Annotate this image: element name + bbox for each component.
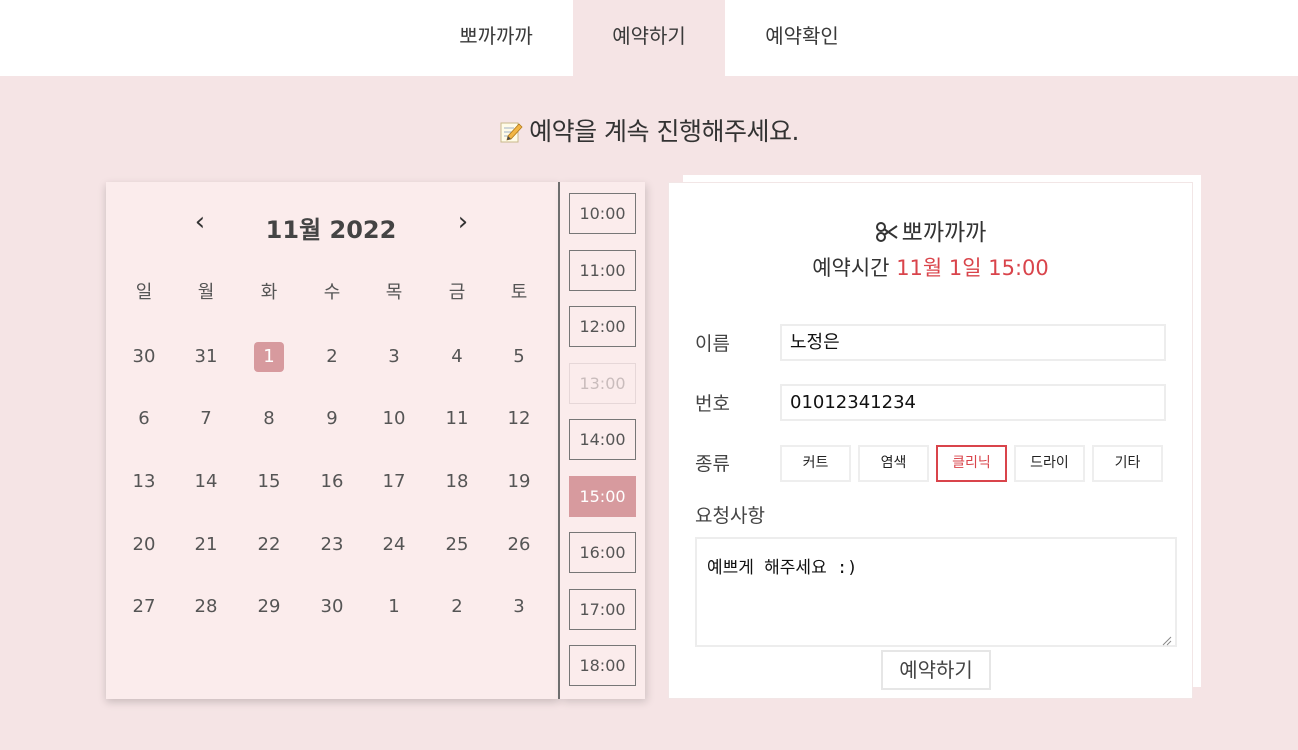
page-heading: 예약을 계속 진행해주세요. <box>0 112 1298 148</box>
weekday-label: 수 <box>323 282 341 303</box>
prev-month-button[interactable]: ‹ <box>185 208 215 238</box>
calendar-day[interactable]: 24 <box>374 530 414 560</box>
calendar-day[interactable]: 17 <box>374 467 414 497</box>
top-nav: 뽀까까까 예약하기 예약확인 <box>0 0 1298 76</box>
shop-title: 뽀까까까 <box>669 213 1192 247</box>
weekday-label: 토 <box>510 282 528 303</box>
time-slot-button: 13:00 <box>569 362 636 404</box>
calendar-month-title: 11월 2022 <box>265 216 397 244</box>
weekday-label: 일 <box>135 282 153 303</box>
calendar-day[interactable]: 27 <box>124 592 164 622</box>
weekday-label: 월 <box>197 282 215 303</box>
weekday-label: 목 <box>385 282 403 303</box>
calendar-day[interactable]: 9 <box>312 404 352 434</box>
time-slot-button[interactable]: 11:00 <box>569 249 636 291</box>
service-type-button[interactable]: 클리닉 <box>936 445 1007 482</box>
phone-label: 번호 <box>695 393 730 415</box>
calendar-day[interactable]: 21 <box>186 530 226 560</box>
calendar-day[interactable]: 6 <box>124 404 164 434</box>
time-slot-button[interactable]: 14:00 <box>569 419 636 460</box>
calendar-day[interactable]: 19 <box>499 467 539 497</box>
service-type-button[interactable]: 기타 <box>1092 445 1163 482</box>
time-slot-button[interactable]: 18:00 <box>569 645 636 686</box>
service-type-button[interactable]: 커트 <box>780 445 851 482</box>
reservation-time-value: 11월 1일 15:00 <box>896 256 1049 280</box>
calendar-day[interactable]: 28 <box>186 592 226 622</box>
calendar-day[interactable]: 16 <box>312 467 352 497</box>
name-label: 이름 <box>695 333 730 355</box>
calendar-day[interactable]: 29 <box>249 592 289 622</box>
calendar-divider <box>558 182 560 699</box>
calendar-day[interactable]: 3 <box>499 592 539 622</box>
calendar-day[interactable]: 20 <box>124 530 164 560</box>
submit-reservation-button[interactable]: 예약하기 <box>881 650 991 690</box>
calendar-day[interactable]: 11 <box>437 404 477 434</box>
calendar-day[interactable]: 13 <box>124 467 164 497</box>
calendar-day[interactable]: 25 <box>437 530 477 560</box>
time-slot-button[interactable]: 15:00 <box>569 475 636 517</box>
time-slot-column: 10:00 11:00 12:00 13:00 14:00 15:00 16:00 17:00… <box>560 182 645 699</box>
request-textarea[interactable]: 예쁘게 해주세요 :) <box>695 537 1177 647</box>
time-slot-button[interactable]: 10:00 <box>569 193 636 234</box>
weekday-label: 금 <box>448 282 466 303</box>
time-slot-button[interactable]: 12:00 <box>569 306 636 347</box>
calendar-day[interactable]: 14 <box>186 467 226 497</box>
calendar-day[interactable]: 30 <box>312 592 352 622</box>
calendar-day[interactable]: 8 <box>249 404 289 434</box>
calendar-day[interactable]: 12 <box>499 404 539 434</box>
calendar-day[interactable]: 5 <box>499 342 539 372</box>
calendar-day[interactable]: 31 <box>186 342 226 372</box>
calendar-day[interactable]: 18 <box>437 467 477 497</box>
shop-name: 뽀까까까 <box>901 220 987 246</box>
calendar-day[interactable]: 10 <box>374 404 414 434</box>
calendar-day[interactable]: 2 <box>437 592 477 622</box>
calendar-day[interactable]: 22 <box>249 530 289 560</box>
calendar-day-selected[interactable]: 1 <box>254 342 284 372</box>
calendar-day[interactable]: 15 <box>249 467 289 497</box>
next-month-button[interactable]: › <box>448 208 478 238</box>
time-slot-button[interactable]: 17:00 <box>569 588 636 630</box>
reservation-form-card: 뽀까까까 예약시간 11월 1일 15:00 이름 노정은 번호 0101234… <box>668 182 1193 699</box>
calendar: ‹ 11월 2022 › 일 월 화 수 목 금 토 30 31 1 2 3 4 5 6 7 8 9 10 11 12 1… <box>106 182 559 699</box>
phone-field[interactable]: 01012341234 <box>780 384 1166 421</box>
memo-icon <box>499 120 523 144</box>
time-slot-button[interactable]: 16:00 <box>569 532 636 573</box>
name-field[interactable]: 노정은 <box>780 324 1166 361</box>
calendar-day[interactable]: 1 <box>374 592 414 622</box>
heading-text: 예약을 계속 진행해주세요. <box>529 117 799 146</box>
weekday-label: 화 <box>260 282 278 303</box>
nav-tab-reserve[interactable]: 예약하기 <box>573 0 725 76</box>
reservation-time-label: 예약시간 <box>812 256 890 280</box>
scissors-icon <box>875 221 899 243</box>
reservation-time: 예약시간 11월 1일 15:00 <box>669 252 1192 282</box>
service-type-button[interactable]: 드라이 <box>1014 445 1085 482</box>
calendar-day[interactable]: 30 <box>124 342 164 372</box>
calendar-day[interactable]: 3 <box>374 342 414 372</box>
nav-tab-check[interactable]: 예약확인 <box>750 0 854 76</box>
calendar-day[interactable]: 2 <box>312 342 352 372</box>
request-label: 요청사항 <box>695 505 765 527</box>
type-label: 종류 <box>695 453 730 475</box>
service-type-button[interactable]: 염색 <box>858 445 929 482</box>
calendar-day[interactable]: 23 <box>312 530 352 560</box>
calendar-day[interactable]: 26 <box>499 530 539 560</box>
nav-tab-home[interactable]: 뽀까까까 <box>445 0 547 76</box>
calendar-day[interactable]: 7 <box>186 404 226 434</box>
resize-handle-icon[interactable] <box>1162 631 1172 646</box>
calendar-day[interactable]: 4 <box>437 342 477 372</box>
